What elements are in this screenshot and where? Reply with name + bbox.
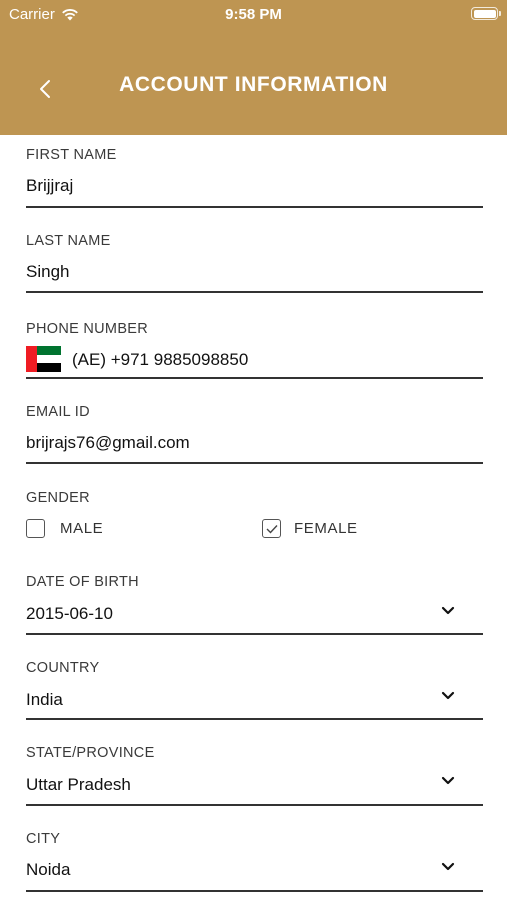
chevron-down-icon[interactable] — [441, 862, 455, 872]
page-title: ACCOUNT INFORMATION — [119, 73, 388, 96]
last-name-input[interactable]: Singh — [26, 262, 69, 282]
email-label: EMAIL ID — [26, 404, 90, 420]
status-time: 9:58 PM — [225, 6, 282, 23]
phone-label: PHONE NUMBER — [26, 321, 149, 337]
gender-field: GENDER MALE FEMALE — [26, 483, 483, 543]
city-field[interactable]: CITY Noida — [26, 824, 483, 894]
chevron-down-icon[interactable] — [441, 776, 455, 786]
uae-flag-icon[interactable] — [26, 346, 61, 373]
email-input[interactable]: brijrajs76@gmail.com — [26, 433, 190, 453]
male-label[interactable]: MALE — [60, 520, 103, 537]
dob-value[interactable]: 2015-06-10 — [26, 604, 113, 624]
country-underline — [26, 718, 483, 720]
battery-icon — [471, 7, 501, 20]
status-bar: Carrier 9:58 PM — [0, 0, 507, 28]
first-name-label: FIRST NAME — [26, 147, 117, 163]
female-label[interactable]: FEMALE — [294, 520, 358, 537]
city-label: CITY — [26, 831, 61, 847]
first-name-underline — [26, 206, 483, 208]
dob-field[interactable]: DATE OF BIRTH 2015-06-10 — [26, 567, 483, 637]
male-checkbox[interactable] — [26, 519, 45, 538]
checkmark-icon — [266, 524, 278, 534]
first-name-input[interactable]: Brijjraj — [26, 176, 73, 196]
first-name-field[interactable]: FIRST NAME Brijjraj — [26, 140, 483, 210]
phone-underline — [26, 377, 483, 379]
state-label: STATE/PROVINCE — [26, 745, 155, 761]
header-bar: Carrier 9:58 PM ACCOUNT INFORMATION — [0, 0, 507, 135]
gender-label: GENDER — [26, 490, 90, 506]
chevron-down-icon[interactable] — [441, 691, 455, 701]
email-field[interactable]: EMAIL ID brijrajs76@gmail.com — [26, 397, 483, 467]
state-field[interactable]: STATE/PROVINCE Uttar Pradesh — [26, 738, 483, 808]
chevron-down-icon[interactable] — [441, 606, 455, 616]
state-underline — [26, 804, 483, 806]
female-checkbox[interactable] — [262, 519, 281, 538]
phone-field[interactable]: PHONE NUMBER (AE) +971 9885098850 — [26, 314, 483, 384]
state-value[interactable]: Uttar Pradesh — [26, 775, 131, 795]
last-name-underline — [26, 291, 483, 293]
country-field[interactable]: COUNTRY India — [26, 653, 483, 723]
dob-underline — [26, 633, 483, 635]
country-value[interactable]: India — [26, 690, 63, 710]
country-label: COUNTRY — [26, 660, 100, 676]
email-underline — [26, 462, 483, 464]
dob-label: DATE OF BIRTH — [26, 574, 139, 590]
phone-input[interactable]: (AE) +971 9885098850 — [72, 350, 248, 370]
city-underline — [26, 890, 483, 892]
city-value[interactable]: Noida — [26, 860, 70, 880]
last-name-field[interactable]: LAST NAME Singh — [26, 226, 483, 296]
last-name-label: LAST NAME — [26, 233, 111, 249]
